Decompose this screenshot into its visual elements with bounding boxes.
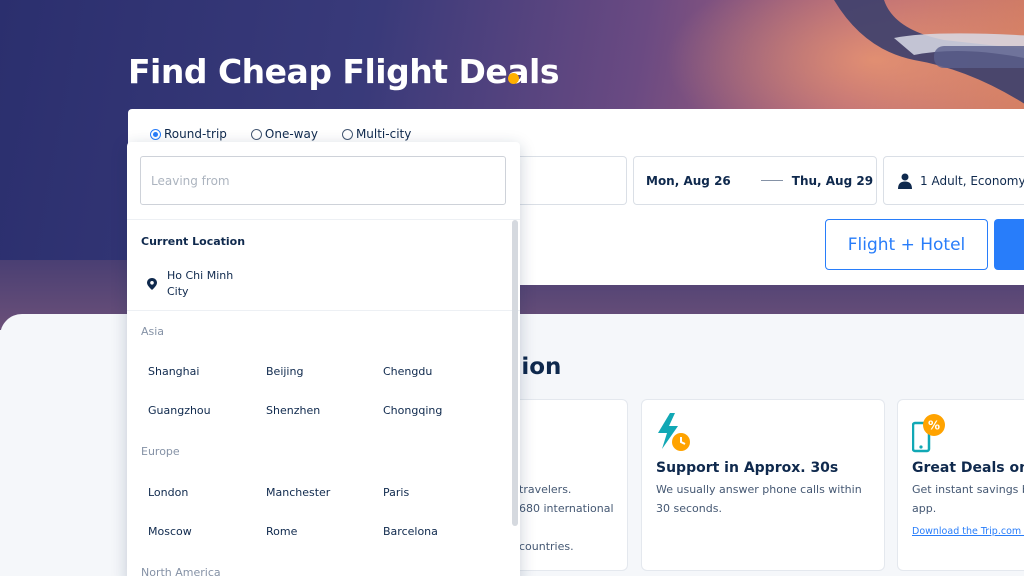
region-heading-europe: Europe: [141, 445, 180, 458]
city-option[interactable]: Shanghai: [148, 365, 199, 378]
dropdown-scrollbar[interactable]: [512, 220, 518, 526]
card-text: We usually answer phone calls within 30 …: [656, 483, 862, 515]
city-option[interactable]: Shenzhen: [266, 404, 320, 417]
phone-discount-icon: %: [912, 414, 945, 453]
city-option[interactable]: Moscow: [148, 525, 192, 538]
airplane-wing-image: [834, 0, 1024, 104]
region-heading-north-america: North America: [141, 566, 221, 576]
card-text-line: countries.: [519, 540, 574, 553]
feature-card-deals: % Great Deals on t Get instant savings b…: [897, 399, 1024, 571]
city-option[interactable]: Beijing: [266, 365, 303, 378]
leaving-from-input[interactable]: [140, 156, 506, 205]
lightning-clock-icon: [658, 413, 690, 451]
download-app-link[interactable]: Download the Trip.com A: [912, 526, 1024, 537]
passenger-summary: 1 Adult, Economy: [920, 173, 1024, 188]
date-separator: [760, 180, 783, 181]
city-option[interactable]: Barcelona: [383, 525, 438, 538]
radio-icon[interactable]: [341, 128, 353, 140]
feature-card-support: Support in Approx. 30s We usually answer…: [641, 399, 885, 571]
card-text: Get instant savings b app.: [912, 483, 1024, 515]
title-dot: [508, 73, 519, 84]
city-option[interactable]: Chengdu: [383, 365, 432, 378]
radio-icon[interactable]: [250, 128, 262, 140]
card-text-line: 680 international: [519, 502, 614, 515]
city-option[interactable]: Chongqing: [383, 404, 442, 417]
location-pin-icon: [147, 278, 157, 290]
city-option[interactable]: Guangzhou: [148, 404, 211, 417]
city-option[interactable]: London: [148, 486, 188, 499]
city-option[interactable]: Manchester: [266, 486, 330, 499]
current-location-heading: Current Location: [141, 235, 246, 248]
return-date[interactable]: Thu, Aug 29: [792, 174, 873, 188]
card-title: Support in Approx. 30s: [656, 460, 839, 476]
trip-type-selector: Round-trip One-way Multi-city: [150, 127, 411, 141]
trip-type-one-way[interactable]: One-way: [250, 127, 318, 141]
page-title: Find Cheap Flight Deals: [128, 52, 559, 91]
trip-type-label: Multi-city: [355, 127, 412, 141]
search-button[interactable]: [994, 219, 1024, 270]
radio-selected-icon[interactable]: [150, 128, 161, 140]
divider: [127, 310, 520, 311]
person-icon: [898, 173, 912, 189]
city-option[interactable]: Rome: [266, 525, 297, 538]
depart-date[interactable]: Mon, Aug 26: [646, 174, 731, 188]
trip-type-label: One-way: [264, 127, 318, 141]
passenger-selector[interactable]: 1 Adult, Economy: [883, 156, 1024, 205]
flight-hotel-button[interactable]: Flight + Hotel: [825, 219, 988, 270]
current-location-name: Ho Chi Minh City: [167, 269, 234, 298]
divider: [127, 219, 520, 220]
trip-type-round-trip[interactable]: Round-trip: [150, 127, 227, 141]
city-option[interactable]: Paris: [383, 486, 409, 499]
destination-field[interactable]: [505, 156, 627, 205]
trip-type-multi-city[interactable]: Multi-city: [341, 127, 412, 141]
svg-text:%: %: [928, 419, 940, 433]
date-picker-field[interactable]: Mon, Aug 26 Thu, Aug 29: [633, 156, 877, 205]
region-heading-asia: Asia: [141, 325, 165, 338]
card-text-line: travelers.: [519, 483, 572, 496]
current-location-item[interactable]: Ho Chi Minh City: [147, 268, 247, 300]
card-title: Great Deals on t: [912, 460, 1024, 476]
departure-dropdown: Current Location Ho Chi Minh City Asia S…: [127, 142, 520, 576]
trip-type-label: Round-trip: [164, 127, 227, 141]
